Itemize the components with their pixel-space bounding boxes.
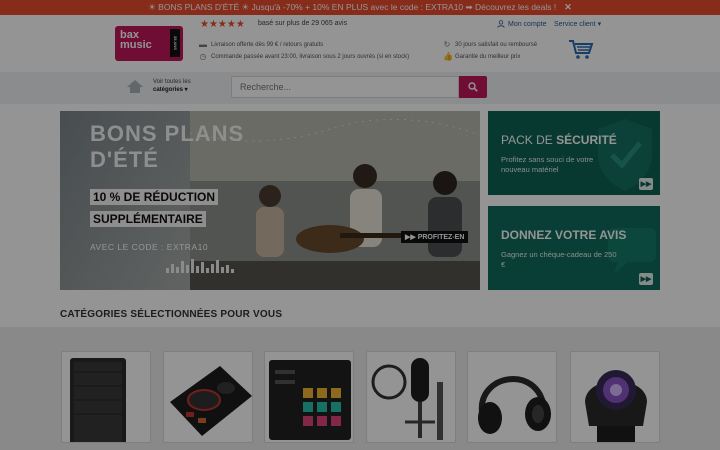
- close-icon[interactable]: ✕: [564, 2, 572, 13]
- page: ☀ BONS PLANS D'ÉTÉ ☀ Jusqu'à -70% + 10% …: [0, 0, 720, 450]
- usp-order-time-text: Commande passée avant 23:00, livraison s…: [211, 53, 410, 60]
- logo[interactable]: bax music 25 ANS: [115, 26, 183, 61]
- rating-stars[interactable]: ★★★★★: [200, 19, 245, 30]
- cart-icon[interactable]: [568, 38, 594, 60]
- usp-order-time: ◷ Commande passée avant 23:00, livraison…: [199, 52, 410, 61]
- category-tile-moving-head[interactable]: [570, 351, 660, 443]
- card-arrow-button[interactable]: ▶▶: [639, 273, 653, 285]
- usp-delivery-text: Livraison offerte dès 99 € / retours gra…: [211, 41, 324, 48]
- category-tile-pad-controller[interactable]: [264, 351, 354, 443]
- speaker-icon: [70, 358, 126, 442]
- usp-best-price: 👍 Garantie du meilleur prix: [443, 52, 520, 61]
- card-arrow-button[interactable]: ▶▶: [639, 178, 653, 190]
- hero-title-line2: D'ÉTÉ: [90, 147, 159, 172]
- category-tile-dj-controller[interactable]: [163, 351, 253, 443]
- card-title-light: PACK DE: [501, 133, 557, 147]
- usp-best-price-text: Garantie du meilleur prix: [455, 53, 521, 60]
- microphone-icon: [371, 358, 443, 440]
- search-icon: [468, 82, 478, 92]
- card-title-bold: SÉCURITÉ: [556, 133, 617, 147]
- all-categories-menu[interactable]: Voir toutes les catégories ▾: [153, 78, 191, 94]
- category-tile-headphones[interactable]: [467, 351, 557, 443]
- category-tile-microphone[interactable]: [366, 351, 456, 443]
- dj-controller-icon: [170, 366, 252, 436]
- customer-service-link[interactable]: Service client ▾: [554, 20, 601, 28]
- review-card[interactable]: DONNEZ VOTRE AVIS Gagnez un chèque-cadea…: [488, 206, 660, 290]
- headphones-icon: [478, 376, 551, 434]
- clock-icon: ◷: [199, 52, 207, 61]
- pad-controller-icon: [269, 360, 351, 440]
- promo-text[interactable]: ☀ BONS PLANS D'ÉTÉ ☀ Jusqu'à -70% + 10% …: [148, 2, 556, 13]
- equalizer-graphic: [166, 257, 234, 273]
- category-tile-speaker[interactable]: [61, 351, 151, 443]
- refresh-icon: ↻: [443, 40, 451, 49]
- hero-banner[interactable]: BONS PLANS D'ÉTÉ 10 % DE RÉDUCTION SUPPL…: [60, 111, 480, 290]
- categories-heading: CATÉGORIES SÉLECTIONNÉES POUR VOUS: [60, 309, 283, 320]
- account-label: Mon compte: [508, 20, 547, 28]
- search-input[interactable]: [231, 76, 459, 98]
- card-title: DONNEZ VOTRE AVIS: [501, 228, 627, 242]
- security-pack-card[interactable]: PACK DE SÉCURITÉ Profitez sans souci de …: [488, 111, 660, 195]
- card-title: PACK DE SÉCURITÉ: [501, 133, 617, 147]
- all-categories-line2: catégories ▾: [153, 87, 188, 93]
- hero-cta-button[interactable]: ▶▶ PROFITEZ-EN: [401, 231, 469, 243]
- account-link[interactable]: Mon compte: [497, 20, 547, 28]
- truck-icon: ▬: [199, 40, 207, 49]
- usp-delivery: ▬ Livraison offerte dès 99 € / retours g…: [199, 40, 323, 49]
- thumbs-up-icon: 👍: [443, 52, 453, 61]
- all-categories-line1: Voir toutes les: [153, 79, 191, 85]
- hero-promo-code: AVEC LE CODE : EXTRA10: [90, 242, 209, 252]
- hero-title-line1: BONS PLANS: [90, 121, 245, 146]
- home-icon[interactable]: [126, 79, 144, 97]
- moving-head-light-icon: [585, 370, 647, 442]
- hero-discount-line2: SUPPLÉMENTAIRE: [90, 211, 206, 227]
- usp-satisfaction-text: 30 jours satisfait ou remboursé: [455, 41, 538, 48]
- rating-text[interactable]: basé sur plus de 29 065 avis: [258, 20, 347, 27]
- card-subtitle: Gagnez un chèque-cadeau de 250 €: [501, 250, 617, 269]
- search-button[interactable]: [459, 76, 487, 98]
- card-subtitle: Profitez sans souci de votre nouveau mat…: [501, 155, 594, 174]
- anniversary-badge: 25 ANS: [170, 29, 180, 57]
- usp-satisfaction: ↻ 30 jours satisfait ou remboursé: [443, 40, 537, 49]
- hero-discount-line1: 10 % DE RÉDUCTION: [90, 189, 219, 205]
- promo-banner[interactable]: ☀ BONS PLANS D'ÉTÉ ☀ Jusqu'à -70% + 10% …: [0, 0, 720, 15]
- user-icon: [497, 20, 505, 28]
